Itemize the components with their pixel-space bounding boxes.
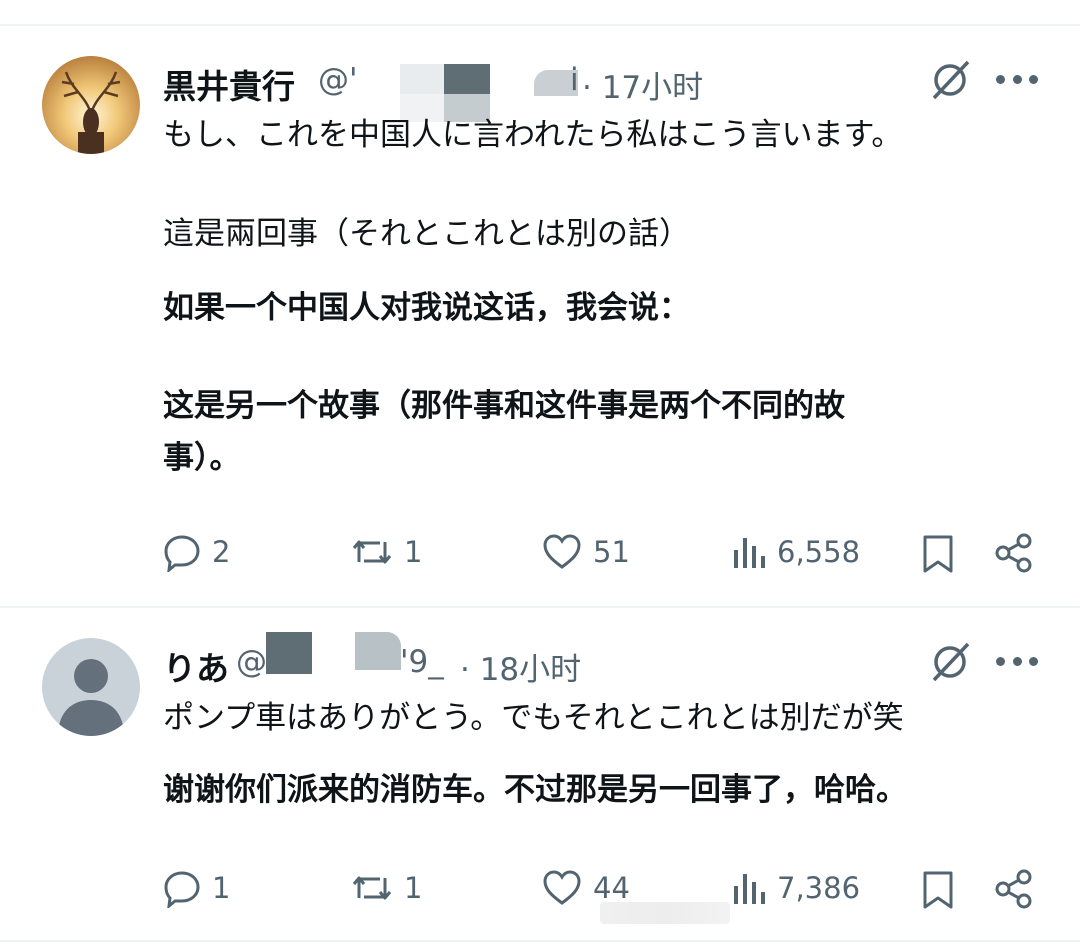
handle-end[interactable]: '9_: [400, 644, 444, 680]
reply-button[interactable]: 2: [162, 532, 230, 572]
avatar[interactable]: [42, 638, 140, 736]
post-text-line: もし、これを中国人に言われたら私はこう言います。: [163, 117, 903, 153]
display-name[interactable]: りあ: [163, 642, 229, 690]
reply-count: 2: [212, 535, 231, 569]
heart-icon: [543, 534, 581, 569]
post-1[interactable]: 黒井貴行 @' i · 17小时 もし、これを中国人に言われたら私はこう言います…: [0, 0, 1080, 606]
post-time[interactable]: · 17小时: [582, 62, 703, 107]
views-button[interactable]: 6,558: [731, 532, 860, 572]
translation-line: 这是另一个故事（那件事和这件事是两个不同的故: [163, 388, 845, 424]
reply-icon: [164, 871, 200, 908]
repost-icon: [352, 540, 392, 564]
more-icon[interactable]: [996, 75, 1038, 87]
post-text-line: 這是兩回事（それとこれとは別の話）: [163, 216, 690, 252]
like-count: 51: [593, 535, 630, 569]
repost-icon: [352, 876, 392, 900]
watermark: [600, 902, 730, 924]
repost-count: 1: [404, 535, 423, 569]
reply-count: 1: [212, 871, 231, 905]
like-count: 44: [593, 871, 630, 905]
translation-line: 事）。: [163, 440, 241, 476]
handle-redaction: [400, 64, 490, 122]
more-icon[interactable]: [996, 657, 1038, 669]
deer-avatar-image: [42, 56, 140, 154]
grok-icon[interactable]: [928, 640, 972, 684]
like-button[interactable]: 51: [541, 532, 630, 572]
repost-button[interactable]: 1: [350, 868, 422, 908]
post-2[interactable]: りあ @ '9_ · 18小时 ポンプ車はありがとう。でもそれとこれとは別だが笑…: [0, 608, 1080, 942]
views-count: 7,386: [777, 871, 861, 905]
translation-line: 谢谢你们派来的消防车。不过那是另一回事了，哈哈。: [163, 772, 907, 808]
handle-start[interactable]: @': [318, 62, 358, 98]
post-text-line: ポンプ車はありがとう。でもそれとこれとは別だが笑: [163, 700, 904, 736]
handle-start[interactable]: @: [236, 644, 267, 680]
bottom-divider: [0, 940, 1080, 942]
default-avatar-icon: [58, 659, 124, 736]
avatar[interactable]: [42, 56, 140, 154]
handle-redaction: [266, 632, 312, 674]
views-count: 6,558: [777, 535, 861, 569]
repost-count: 1: [404, 871, 423, 905]
grok-icon[interactable]: [928, 58, 972, 102]
handle-redaction: [355, 632, 401, 670]
views-icon: [734, 538, 765, 568]
reply-icon: [164, 535, 200, 572]
views-icon: [734, 874, 765, 904]
bookmark-icon[interactable]: [920, 869, 956, 911]
share-icon[interactable]: [994, 532, 1034, 574]
reply-button[interactable]: 1: [162, 868, 230, 908]
handle-end[interactable]: i: [570, 62, 579, 98]
bookmark-icon[interactable]: [920, 533, 956, 575]
post-time[interactable]: · 18小时: [460, 644, 581, 689]
views-button[interactable]: 7,386: [731, 868, 860, 908]
translation-line: 如果一个中国人对我说这话，我会说：: [163, 290, 690, 326]
heart-icon: [543, 870, 581, 905]
share-icon[interactable]: [994, 868, 1034, 910]
repost-button[interactable]: 1: [350, 532, 422, 572]
display-name[interactable]: 黒井貴行: [163, 60, 295, 108]
